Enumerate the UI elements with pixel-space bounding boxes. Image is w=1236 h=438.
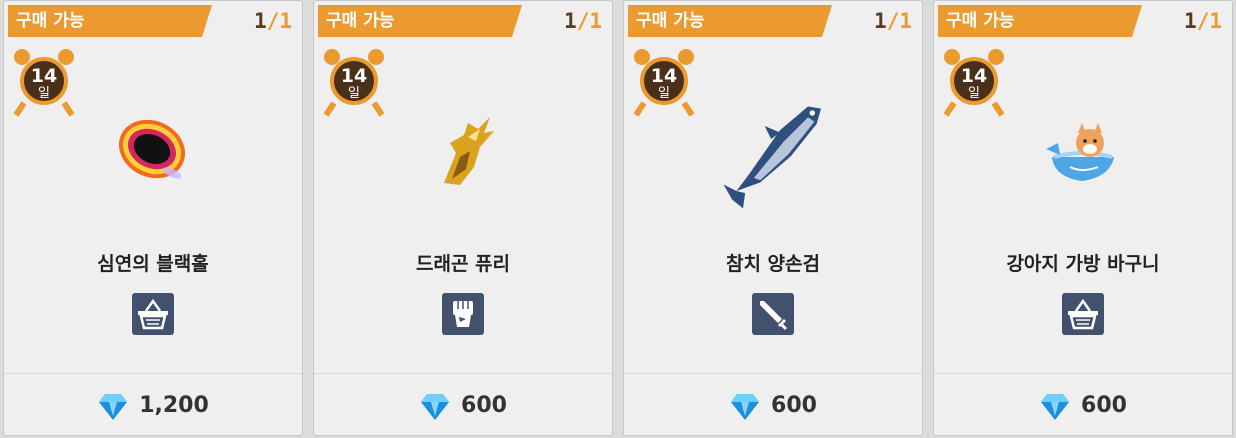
purchase-count: 1/1 <box>874 5 912 37</box>
duration-days: 14 <box>650 65 678 87</box>
item-name: 참치 양손검 <box>725 253 820 275</box>
duration-timer: 14 일 <box>632 47 696 117</box>
dog-basket-icon <box>1046 123 1114 181</box>
count-separator: / <box>576 9 590 33</box>
diamond-icon <box>421 393 450 420</box>
black-hole-icon <box>118 119 186 179</box>
fist-icon <box>442 293 484 335</box>
availability-tag: 구매 가능 <box>8 5 212 37</box>
shop-item-card[interactable]: 구매 가능 1/1 14 일 참치 양손검 600 <box>623 0 923 436</box>
diamond-icon <box>731 393 760 420</box>
duration-timer: 14 일 <box>942 47 1006 117</box>
duration-unit: 일 <box>658 86 670 101</box>
purchase-count: 1/1 <box>254 5 292 37</box>
shop-item-card[interactable]: 구매 가능 1/1 14 일 드래곤 퓨리 600 <box>313 0 613 436</box>
count-current: 1 <box>254 9 267 33</box>
card-header: 구매 가능 1/1 <box>4 1 302 37</box>
count-max: 1 <box>279 9 292 33</box>
price-row: 600 <box>934 374 1232 435</box>
availability-tag: 구매 가능 <box>628 5 832 37</box>
diamond-icon <box>99 393 128 420</box>
availability-tag: 구매 가능 <box>318 5 522 37</box>
availability-tag: 구매 가능 <box>938 5 1142 37</box>
item-name: 강아지 가방 바구니 <box>1006 253 1160 275</box>
duration-days: 14 <box>960 65 988 87</box>
item-name: 드래곤 퓨리 <box>415 253 510 275</box>
duration-days: 14 <box>340 65 368 87</box>
shop-item-card[interactable]: 구매 가능 1/1 14 일 강아지 가방 바구니 600 <box>933 0 1233 436</box>
count-current: 1 <box>1184 9 1197 33</box>
count-separator: / <box>1196 9 1210 33</box>
shop-grid: 구매 가능 1/1 14 일 심연의 블랙홀 1,200 구매 가능 1/1 1… <box>0 0 1236 438</box>
price-amount: 600 <box>1081 393 1127 418</box>
duration-unit: 일 <box>348 86 360 101</box>
price-amount: 600 <box>461 393 507 418</box>
count-current: 1 <box>874 9 887 33</box>
duration-unit: 일 <box>38 86 50 101</box>
price-row: 600 <box>624 374 922 435</box>
purchase-count: 1/1 <box>564 5 602 37</box>
count-max: 1 <box>589 9 602 33</box>
price-amount: 1,200 <box>139 393 209 418</box>
count-current: 1 <box>564 9 577 33</box>
count-max: 1 <box>1209 9 1222 33</box>
price-row: 1,200 <box>4 374 302 435</box>
card-header: 구매 가능 1/1 <box>934 1 1232 37</box>
item-name: 심연의 블랙홀 <box>97 253 209 275</box>
duration-days: 14 <box>30 65 58 87</box>
price-row: 600 <box>314 374 612 435</box>
price-amount: 600 <box>771 393 817 418</box>
sword-icon <box>752 293 794 335</box>
count-separator: / <box>886 9 900 33</box>
timer-face: 14 일 <box>330 57 378 105</box>
diamond-icon <box>1041 393 1070 420</box>
duration-timer: 14 일 <box>12 47 76 117</box>
card-header: 구매 가능 1/1 <box>624 1 922 37</box>
basket-icon <box>1062 293 1104 335</box>
duration-unit: 일 <box>968 86 980 101</box>
timer-face: 14 일 <box>640 57 688 105</box>
count-separator: / <box>266 9 280 33</box>
timer-face: 14 일 <box>20 57 68 105</box>
card-header: 구매 가능 1/1 <box>314 1 612 37</box>
duration-timer: 14 일 <box>322 47 386 117</box>
tuna-icon <box>723 106 821 209</box>
timer-face: 14 일 <box>950 57 998 105</box>
shop-item-card[interactable]: 구매 가능 1/1 14 일 심연의 블랙홀 1,200 <box>3 0 303 436</box>
basket-icon <box>132 293 174 335</box>
dragon-claw-icon <box>444 117 494 185</box>
count-max: 1 <box>899 9 912 33</box>
purchase-count: 1/1 <box>1184 5 1222 37</box>
